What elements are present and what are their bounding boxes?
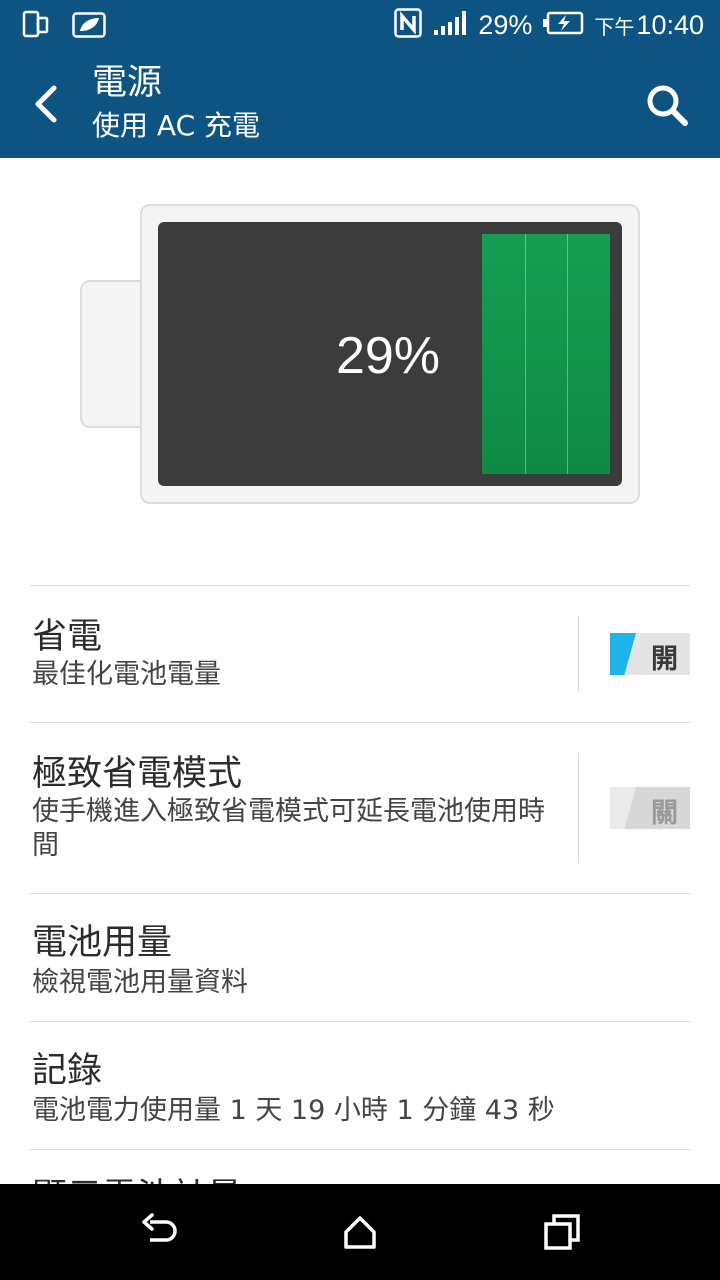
divider	[578, 616, 579, 692]
list-item-power-saver[interactable]: 省電 最佳化電池電量 開	[30, 585, 690, 722]
search-icon	[647, 85, 688, 126]
back-button[interactable]	[26, 80, 70, 128]
item-subtitle: 使手機進入極致省電模式可延長電池使用時間	[32, 796, 545, 861]
extreme-power-saver-toggle[interactable]: 關	[610, 787, 690, 829]
leaf-icon	[72, 12, 106, 42]
app-bar: 電源 使用 AC 充電	[0, 50, 720, 158]
item-title: 電池用量	[32, 923, 173, 963]
phone-icon	[22, 10, 50, 44]
chevron-left-icon	[35, 85, 57, 123]
battery-well: 29%	[158, 222, 622, 486]
item-subtitle: 電池電力使用量 1 天 19 小時 1 分鐘 43 秒	[32, 1095, 555, 1126]
page-title: 電源	[92, 63, 163, 103]
list-item-battery-usage[interactable]: 電池用量 檢視電池用量資料	[30, 893, 690, 1021]
battery-graphic: 29%	[140, 204, 640, 504]
battery-charging-icon	[542, 11, 584, 39]
battery-level-text: 29%	[335, 327, 441, 385]
home-icon	[344, 1216, 376, 1249]
settings-list: 省電 最佳化電池電量 開 極致省電模式 使手機進入極致省電模式可延長電池使用時間…	[30, 585, 690, 1217]
item-title: 極致省電模式	[32, 754, 243, 794]
list-item-extreme-power-saver[interactable]: 極致省電模式 使手機進入極致省電模式可延長電池使用時間 關	[30, 722, 690, 893]
item-title: 記錄	[32, 1051, 103, 1091]
nav-back-button[interactable]	[140, 1212, 180, 1252]
item-subtitle: 最佳化電池電量	[32, 659, 221, 690]
nav-recents-button[interactable]	[542, 1212, 582, 1252]
divider	[578, 753, 579, 863]
nfc-icon	[394, 8, 423, 42]
page-subtitle: 使用 AC 充電	[92, 109, 261, 142]
item-subtitle: 檢視電池用量資料	[32, 967, 248, 998]
list-item-history[interactable]: 記錄 電池電力使用量 1 天 19 小時 1 分鐘 43 秒	[30, 1021, 690, 1149]
search-button[interactable]	[644, 82, 690, 128]
power-saver-toggle[interactable]: 開	[610, 633, 690, 675]
navigation-bar	[0, 1184, 720, 1280]
nav-home-button[interactable]	[340, 1212, 380, 1252]
item-title: 省電	[32, 617, 103, 657]
status-time: 下午10:40	[594, 9, 704, 40]
list-item-show-battery-meter[interactable]: 顯示電池計量	[30, 1149, 690, 1217]
signal-icon	[432, 10, 468, 40]
status-battery-percent: 29%	[478, 9, 533, 40]
recents-icon	[544, 1214, 580, 1250]
status-bar: 29% 下午10:40	[0, 0, 720, 50]
back-arrow-icon	[142, 1213, 177, 1242]
